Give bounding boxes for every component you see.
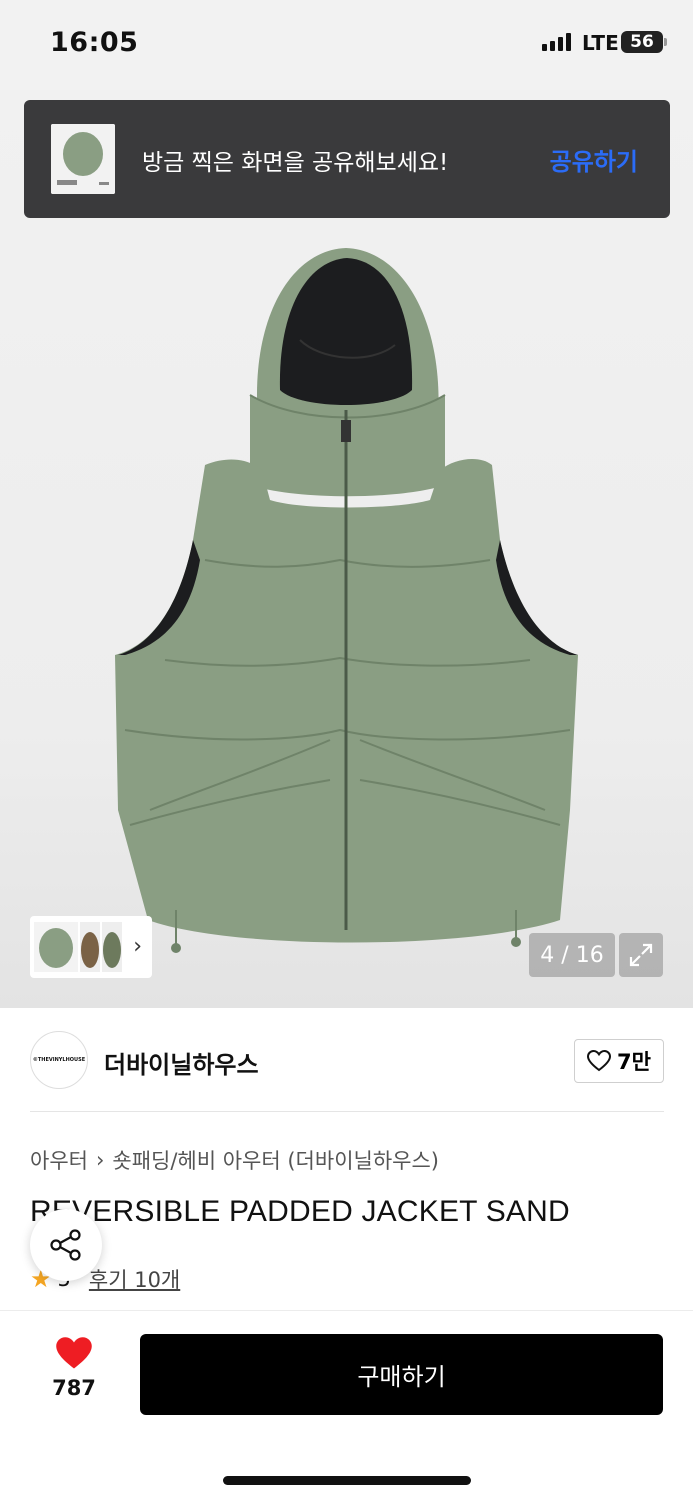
brand-name[interactable]: 더바이닐하우스: [104, 1045, 259, 1080]
brand-logo[interactable]: ©THEVINYLHOUSE: [30, 1031, 88, 1089]
divider: [30, 1111, 664, 1112]
share-action-button[interactable]: 공유하기: [550, 142, 638, 177]
home-indicator[interactable]: [223, 1476, 471, 1485]
share-icon[interactable]: [30, 1209, 102, 1281]
wishlist-button[interactable]: 787: [44, 1336, 104, 1400]
breadcrumb: 아우터 › 숏패딩/헤비 아우터 (더바이닐하우스): [30, 1145, 439, 1175]
share-banner-message: 방금 찍은 화면을 공유해보세요!: [142, 150, 449, 176]
image-counter: 4 / 16: [529, 933, 615, 977]
status-time: 16:05: [50, 27, 139, 58]
wishlist-count: 787: [52, 1376, 96, 1400]
status-bar: 16:05 LTE 56: [0, 0, 693, 90]
product-image-gallery[interactable]: › 4 / 16: [0, 90, 693, 1008]
chevron-right-icon: ›: [133, 934, 142, 959]
expand-icon[interactable]: [619, 933, 663, 977]
breadcrumb-category[interactable]: 아우터: [30, 1145, 88, 1175]
product-title: REVERSIBLE PADDED JACKET SAND: [30, 1195, 570, 1228]
signal-icon: [542, 33, 571, 51]
brand-row: ©THEVINYLHOUSE 더바이닐하우스 7만: [30, 1031, 664, 1091]
buy-button[interactable]: 구매하기: [140, 1334, 663, 1415]
thumbnail-images: [34, 922, 122, 972]
network-label: LTE: [582, 31, 619, 55]
heart-filled-icon: [56, 1337, 92, 1369]
heart-outline-icon: [587, 1050, 612, 1072]
brand-like-count: 7만: [617, 1050, 651, 1074]
breadcrumb-subcategory[interactable]: 숏패딩/헤비 아우터 (더바이닐하우스): [112, 1145, 439, 1175]
product-image: [115, 248, 578, 953]
screenshot-thumbnail: [51, 124, 115, 194]
brand-like-button[interactable]: 7만: [574, 1039, 664, 1083]
review-count-link[interactable]: 후기 10개: [89, 1264, 180, 1294]
thumbnail-strip[interactable]: ›: [30, 916, 152, 978]
chevron-right-icon: ›: [95, 1148, 105, 1172]
battery-icon: 56: [621, 31, 667, 53]
share-screenshot-banner: 방금 찍은 화면을 공유해보세요! 공유하기: [24, 100, 670, 218]
